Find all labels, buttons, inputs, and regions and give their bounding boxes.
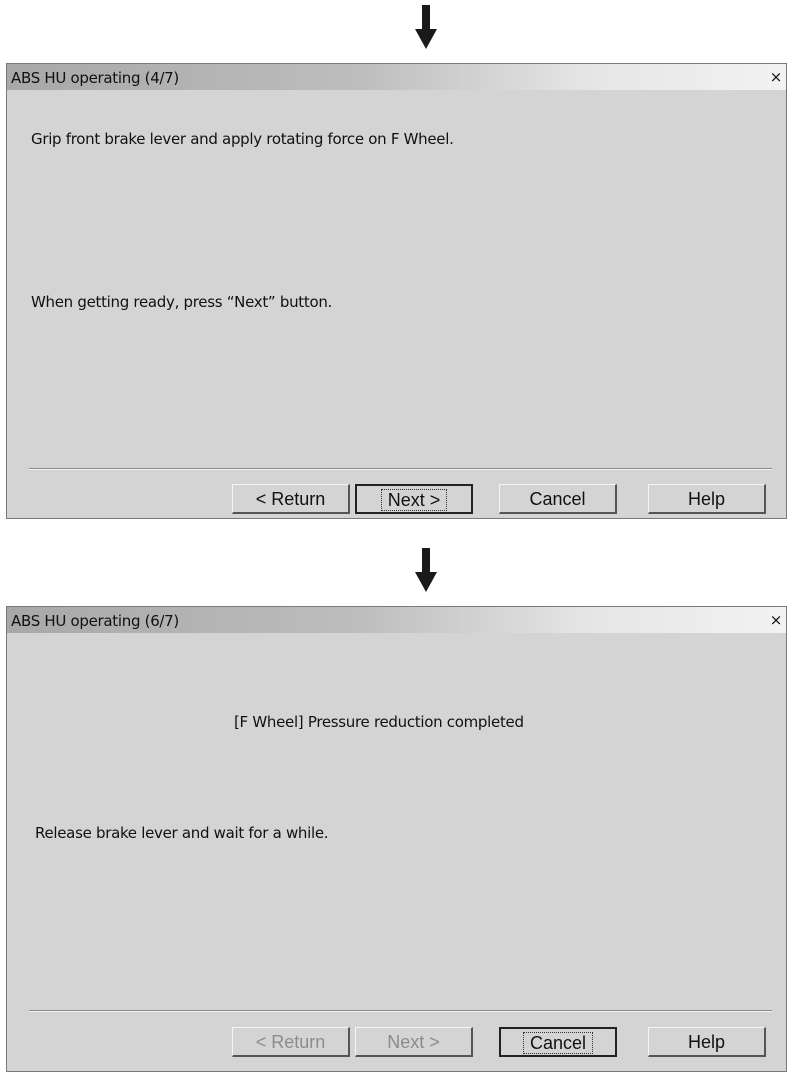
cancel-button-label: Cancel xyxy=(522,1032,594,1054)
help-button-label: Help xyxy=(687,489,726,509)
help-button[interactable]: Help xyxy=(648,484,766,514)
title-bar[interactable]: ABS HU operating (4/7) × xyxy=(7,64,786,90)
cancel-button[interactable]: Cancel xyxy=(499,484,617,514)
dialog-step-6: ABS HU operating (6/7) × [F Wheel] Press… xyxy=(6,606,787,1072)
down-arrow-icon xyxy=(415,5,437,49)
next-button-label: Next > xyxy=(380,489,448,511)
return-button-label: < Return xyxy=(255,1032,326,1052)
instruction-text: Release brake lever and wait for a while… xyxy=(35,824,329,842)
close-icon[interactable]: × xyxy=(768,69,784,85)
title-bar[interactable]: ABS HU operating (6/7) × xyxy=(7,607,786,633)
next-button[interactable]: Next > xyxy=(355,484,473,514)
next-button-label: Next > xyxy=(387,1032,440,1052)
return-button[interactable]: < Return xyxy=(232,1027,350,1057)
dialog-step-4: ABS HU operating (4/7) × Grip front brak… xyxy=(6,63,787,519)
return-button[interactable]: < Return xyxy=(232,484,350,514)
cancel-button-label: Cancel xyxy=(529,489,586,509)
close-icon[interactable]: × xyxy=(768,612,784,628)
dialog-title: ABS HU operating (6/7) xyxy=(11,612,179,630)
dialog-title: ABS HU operating (4/7) xyxy=(11,69,179,87)
next-button[interactable]: Next > xyxy=(355,1027,473,1057)
instruction-text: Grip front brake lever and apply rotatin… xyxy=(31,130,454,148)
divider xyxy=(29,1010,772,1012)
down-arrow-icon xyxy=(415,548,437,592)
status-text: [F Wheel] Pressure reduction completed xyxy=(234,713,524,731)
return-button-label: < Return xyxy=(255,489,326,509)
help-button-label: Help xyxy=(687,1032,726,1052)
cancel-button[interactable]: Cancel xyxy=(499,1027,617,1057)
prompt-text: When getting ready, press “Next” button. xyxy=(31,293,332,311)
help-button[interactable]: Help xyxy=(648,1027,766,1057)
divider xyxy=(29,468,772,470)
